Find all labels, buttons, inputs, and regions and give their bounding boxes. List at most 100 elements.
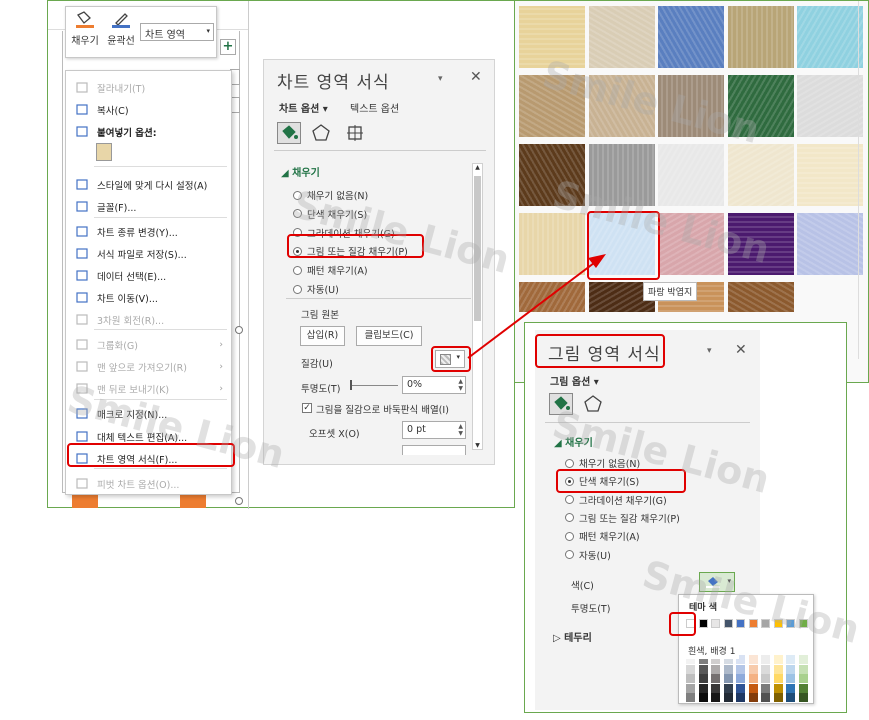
radio-button[interactable] [565,550,574,559]
fill-option-radio[interactable]: 자동(U) [565,548,611,562]
fill-option-radio[interactable]: 채우기 없음(N) [293,188,368,202]
transparency-slider[interactable] [350,385,398,386]
tab-text-options[interactable]: 텍스트 옵션 [350,100,399,115]
color-swatch[interactable] [736,674,745,683]
context-menu-item[interactable]: 붙여넣기 옵션: [66,121,231,143]
transparency-slider-thumb[interactable] [350,380,352,390]
color-swatch[interactable] [798,664,808,674]
color-swatch[interactable] [786,674,795,683]
color-swatch[interactable] [686,674,695,683]
color-swatch[interactable] [736,619,745,628]
color-swatch[interactable] [798,693,808,702]
section-fill-header[interactable]: ◢ 채우기 [554,434,593,449]
texture-swatch[interactable] [727,144,794,206]
color-swatch[interactable] [748,683,758,693]
fill-button[interactable]: 채우기 [68,11,102,47]
texture-swatch[interactable] [797,213,863,275]
fill-option-radio[interactable]: 자동(U) [293,282,339,296]
chart-element-combo[interactable]: 차트 영역 ▾ [140,23,214,41]
fill-line-tab[interactable] [277,122,301,144]
radio-button[interactable] [565,495,574,505]
offset-y-input[interactable] [402,445,466,455]
color-swatch[interactable] [698,674,708,683]
color-swatch[interactable] [761,674,770,683]
color-swatch[interactable] [761,664,770,674]
texture-swatch[interactable] [727,75,794,137]
color-swatch[interactable] [786,655,795,664]
texture-swatch[interactable] [797,75,863,137]
tab-chart-options[interactable]: 차트 옵션 ▾ [279,100,328,115]
effects-tab[interactable] [311,123,331,146]
color-swatch[interactable] [773,674,783,683]
fill-option-radio[interactable]: 그림 또는 질감 채우기(P) [565,511,680,525]
texture-swatch[interactable] [588,144,655,206]
color-swatch[interactable] [723,664,733,674]
color-swatch[interactable] [698,683,708,693]
fill-color-button[interactable]: ▾ [699,572,735,592]
color-swatch[interactable] [711,683,720,693]
clipboard-button[interactable]: 클립보드(C) [356,326,422,346]
texture-swatch[interactable] [519,6,585,68]
context-menu-item[interactable]: 서식 파일로 저장(S)... [66,243,231,265]
radio-button[interactable] [293,209,302,219]
radio-button[interactable] [293,284,302,294]
color-swatch[interactable] [711,693,720,702]
color-swatch[interactable] [798,619,808,628]
color-swatch[interactable] [736,693,745,702]
context-menu-item[interactable]: 매크로 지정(N)... [66,403,231,425]
color-swatch[interactable] [723,693,733,702]
color-swatch[interactable] [786,664,795,674]
radio-button[interactable] [565,458,574,468]
color-swatch[interactable] [761,683,770,693]
color-swatch[interactable] [723,683,733,693]
context-menu-item[interactable]: 복사(C) [66,99,231,121]
color-swatch[interactable] [723,619,733,628]
context-menu-item[interactable]: 차트 이동(V)... [66,287,231,309]
color-swatch[interactable] [786,693,795,702]
fill-option-radio[interactable]: 단색 채우기(S) [293,207,367,221]
scroll-down-arrow[interactable]: ▼ [473,442,482,449]
context-menu-item[interactable]: 스타일에 맞게 다시 설정(A) [66,174,231,196]
texture-swatch[interactable] [658,213,724,275]
color-swatch[interactable] [736,664,745,674]
texture-swatch[interactable] [519,75,585,137]
context-menu-item[interactable]: 데이터 선택(E)... [66,265,231,287]
context-menu-item[interactable]: 글꼴(F)... [66,196,231,218]
color-swatch[interactable] [786,683,795,693]
color-swatch[interactable] [711,664,720,674]
radio-button[interactable] [565,531,574,541]
pane-options-dropdown[interactable]: ▾ [438,74,443,84]
texture-swatch[interactable] [519,144,585,206]
color-swatch[interactable] [761,655,770,664]
color-swatch[interactable] [773,664,783,674]
effects-tab[interactable] [583,394,603,417]
context-menu-item[interactable]: 차트 종류 변경(Y)... [66,221,231,243]
section-border-header[interactable]: ▷ 테두리 [553,629,592,644]
texture-swatch[interactable] [727,213,794,275]
color-swatch[interactable] [773,683,783,693]
texture-swatch[interactable] [588,6,655,68]
paste-clipboard-icon[interactable] [96,143,112,161]
color-swatch[interactable] [761,693,770,702]
color-swatch[interactable] [786,619,795,628]
color-swatch[interactable] [698,693,708,702]
size-properties-tab[interactable] [345,123,365,146]
spinner-icon[interactable]: ▲ ▼ [458,378,463,392]
color-swatch[interactable] [748,619,758,628]
section-fill-header[interactable]: ◢ 채우기 [281,164,320,179]
color-swatch[interactable] [686,693,695,702]
color-swatch[interactable] [748,655,758,664]
color-swatch[interactable] [723,674,733,683]
texture-swatch[interactable] [727,6,794,68]
close-icon[interactable]: ✕ [470,69,482,85]
fill-option-radio[interactable]: 패턴 채우기(A) [565,529,640,543]
chart-elements-button[interactable]: + [220,39,236,55]
pane-options-dropdown[interactable]: ▾ [707,346,712,356]
color-swatch[interactable] [773,619,783,628]
color-swatch[interactable] [686,664,695,674]
offset-x-input[interactable]: 0 pt ▲ ▼ [402,421,466,439]
color-swatch[interactable] [748,674,758,683]
color-swatch[interactable] [686,683,695,693]
texture-swatch[interactable] [658,6,724,68]
close-icon[interactable]: ✕ [735,342,747,358]
